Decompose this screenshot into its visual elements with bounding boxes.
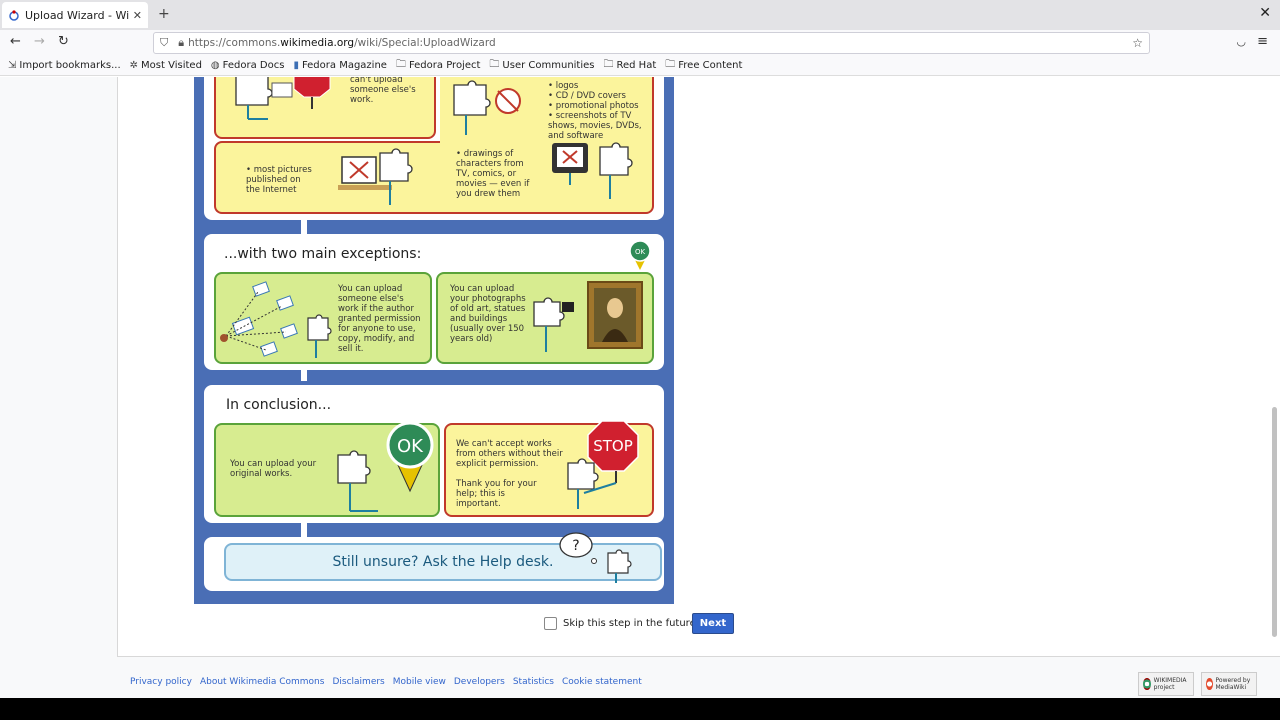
ok-character-icon: OK [337,421,434,512]
conclusion-card: In conclusion... You can upload your ori… [204,385,664,523]
reload-icon[interactable]: ↻ [58,34,69,49]
bookmark-folder[interactable]: 🗀︎ Free Content [665,57,742,74]
footer-link-privacy[interactable]: Privacy policy [130,677,192,687]
footer-link-cookie[interactable]: Cookie statement [562,677,642,687]
window-close-icon[interactable]: ✕ [1259,5,1271,21]
internet-pictures-box: • most pictures published on the Interne… [214,141,440,214]
logos-list-text: • logos • CD / DVD covers • promotional … [548,81,642,141]
old-art-box: You can upload your photographs of old a… [436,272,654,364]
tv-drawing-icon [552,142,633,199]
original-works-box: You can upload your original works. OK [214,421,440,517]
exceptions-title: ...with two main exceptions: [224,246,422,262]
stop-character-icon: STOP [567,420,639,509]
connector [301,523,307,537]
bookmark-icon: ▮ [293,60,299,71]
next-button[interactable]: Next [692,613,734,634]
computer-character-icon [338,148,413,205]
powered-by-mediawiki-badge[interactable]: Powered by MediaWiki [1201,672,1257,696]
drawings-text: • drawings of characters from TV, comics… [456,149,533,199]
address-bar[interactable]: ⛉ 🔒︎ https://commons.wikimedia.org/wiki/… [153,32,1150,54]
bookmark-item[interactable]: ✲ Most Visited [130,60,202,71]
skip-step-row: Skip this step in the future [544,613,696,633]
cant-upload-text: can't upload someone else's work. [350,77,419,105]
cant-upload-box: can't upload someone else's work. [214,77,436,139]
menu-icon[interactable]: ≡ [1257,34,1268,49]
close-tab-icon[interactable]: ✕ [133,9,142,22]
skip-step-label[interactable]: Skip this step in the future [563,618,696,629]
url-text[interactable]: https://commons.wikimedia.org/wiki/Speci… [188,37,496,49]
ok-badge-text: OK [635,248,646,256]
import-icon: ⇲ [8,60,17,71]
page-content: can't upload someone else's work. • logo… [0,77,1280,698]
ok-medal-text: OK [397,436,424,457]
folder-icon: 🗀︎ [395,59,406,70]
footer-link-disclaimers[interactable]: Disclaimers [332,677,384,687]
wikimedia-project-badge[interactable]: WIKIMEDIA project [1138,672,1194,696]
cant-accept-text: We can't accept works from others withou… [456,439,566,469]
gear-icon: ✲ [129,60,139,71]
help-desk-text: Still unsure? Ask the Help desk. [332,554,554,570]
original-works-text: You can upload your original works. [230,459,319,479]
bookmark-folder[interactable]: 🗀︎ Fedora Project [396,57,480,74]
camera-painting-icon [533,281,643,352]
permission-text: You can upload someone else's work if th… [338,284,424,354]
footer-link-developers[interactable]: Developers [454,677,505,687]
folder-icon: 🗀︎ [489,59,500,70]
tab-bar: Upload Wizard - Wikimed ✕ + ✕ [0,0,1280,30]
question-mark-text: ? [572,538,579,554]
wikimedia-favicon-icon [8,9,20,21]
scrollbar[interactable] [1272,407,1277,637]
forward-icon[interactable]: → [34,34,45,49]
old-art-text: You can upload your photographs of old a… [450,284,529,344]
skip-step-checkbox[interactable] [544,616,557,630]
browser-window: Upload Wizard - Wikimed ✕ + ✕ ← → ↻ ⛉ 🔒︎… [0,0,1280,698]
stop-sign-text: STOP [593,437,633,455]
puzzle-character-icon [453,80,521,135]
footer-link-mobile[interactable]: Mobile view [393,677,446,687]
footer-link-statistics[interactable]: Statistics [513,677,554,687]
permission-box: You can upload someone else's work if th… [214,272,432,364]
bookmark-item[interactable]: ◍ Fedora Docs [211,60,285,71]
internet-pictures-text: • most pictures published on the Interne… [246,165,315,195]
ok-badge-icon: OK [629,240,651,270]
stop-sign-icon [293,77,331,109]
lock-icon[interactable]: 🔒︎ [178,36,184,50]
bookmark-star-icon[interactable]: ☆ [1132,36,1143,50]
pocket-icon[interactable]: ◡ [1236,35,1246,48]
new-tab-button[interactable]: + [158,6,170,22]
no-permission-box: We can't accept works from others withou… [444,420,654,517]
puzzle-character-icon [235,77,293,120]
cant-upload-card: can't upload someone else's work. • logo… [204,77,664,220]
bookmark-item[interactable]: ▮ Fedora Magazine [293,60,387,71]
letterbox-bar [0,698,1280,720]
exceptions-card: ...with two main exceptions: OK You can … [204,234,664,370]
back-icon[interactable]: ← [10,34,21,49]
mediawiki-logo-icon [1206,678,1213,690]
navigation-bar: ← → ↻ ⛉ 🔒︎ https://commons.wikimedia.org… [0,30,1280,56]
tab-upload-wizard[interactable]: Upload Wizard - Wikimed ✕ [2,2,148,28]
shared-documents-icon [220,281,332,358]
next-button-label: Next [699,618,727,629]
logos-box: • logos • CD / DVD covers • promotional … [440,77,654,214]
footer-links: Privacy policy About Wikimedia Commons D… [130,677,650,687]
folder-icon: 🗀︎ [665,59,676,70]
tab-title: Upload Wizard - Wikimed [25,8,130,22]
footer-link-about[interactable]: About Wikimedia Commons [200,677,325,687]
help-card: Still unsure? Ask the Help desk. ? [204,532,664,591]
bookmark-folder[interactable]: 🗀︎ Red Hat [604,57,657,74]
globe-icon: ◍ [210,60,220,71]
wikimedia-logo-icon [1143,678,1151,690]
thinking-character-icon: ? [559,532,632,583]
folder-icon: 🗀︎ [603,59,614,70]
bookmarks-toolbar: ⇲ Import bookmarks... ✲ Most Visited ◍ Fedo… [0,56,1280,76]
conclusion-title: In conclusion... [226,397,332,413]
bookmark-folder[interactable]: 🗀︎ User Communities [489,57,594,74]
shield-icon[interactable]: ⛉ [160,36,168,50]
thank-you-text: Thank you for your help; this is importa… [456,479,540,509]
bookmark-item[interactable]: ⇲ Import bookmarks... [8,60,121,71]
licensing-tutorial-illustration: can't upload someone else's work. • logo… [194,77,674,604]
connector [301,220,307,234]
